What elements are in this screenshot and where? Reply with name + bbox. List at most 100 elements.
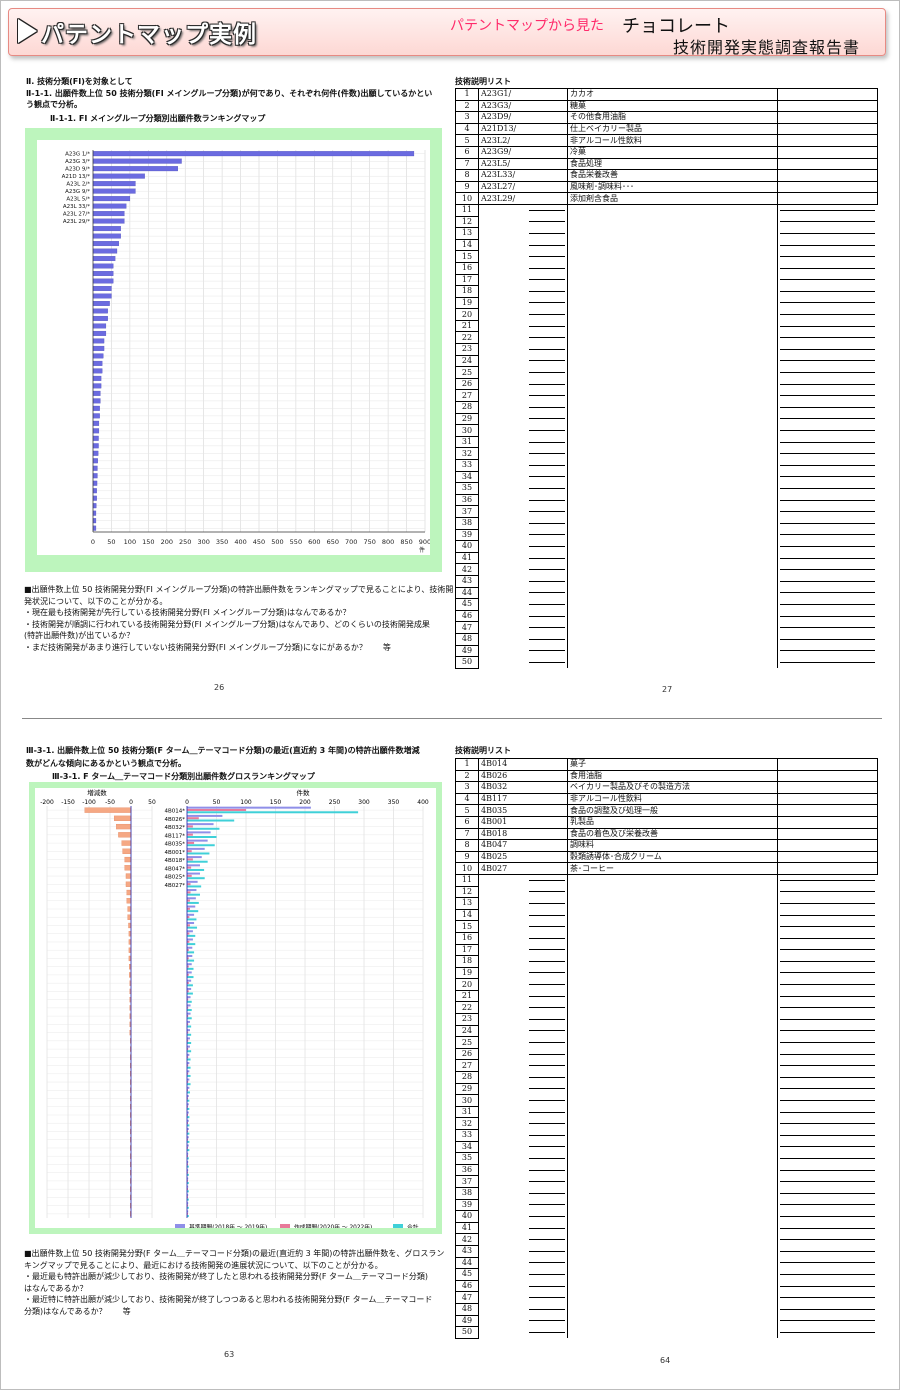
ranking-map-plot: 0 50 100 150 200 250 300 350 400 450 500 550 600 650 7…: [37, 140, 431, 555]
bar: [92, 293, 112, 299]
row-number: 32: [455, 447, 479, 460]
count-bar: [187, 891, 191, 894]
empty-cell: [778, 204, 878, 216]
underline-mark: [529, 511, 565, 513]
x-tick-label: 700: [345, 538, 357, 546]
right-tick-label: 200: [299, 799, 311, 806]
underline-mark: [780, 638, 875, 640]
count-bar: [187, 897, 196, 900]
underline-mark: [780, 1076, 875, 1078]
table-row: 39: [455, 528, 878, 542]
empty-cell: [567, 436, 778, 448]
empty-cell: [567, 656, 778, 669]
underline-mark: [780, 1204, 875, 1206]
empty-cell: [778, 587, 878, 599]
row-number: 24: [455, 354, 479, 368]
y-tick-label: 4B018*: [164, 858, 185, 864]
empty-cell: [478, 1280, 568, 1292]
row-number: 38: [455, 1186, 479, 1200]
empty-cell: [478, 355, 568, 367]
row-number: 32: [455, 1117, 479, 1130]
x-tick-label: 600: [308, 538, 320, 546]
x-tick-label: 150: [142, 538, 154, 546]
row-number: 4: [455, 122, 479, 136]
table-row: 11: [455, 873, 878, 887]
underline-mark: [529, 1134, 565, 1136]
underline-mark: [529, 984, 565, 986]
class-code-cell: 4B001: [478, 815, 568, 829]
empty-cell: [478, 239, 568, 251]
x-tick-label: 400: [234, 538, 246, 546]
tech-description-table-1: 1 A23G1/カカオ 2 A23G3/糖菓 3 A23D9/その他食用油脂 4 A21D13…: [455, 88, 878, 669]
underline-mark: [529, 1250, 565, 1252]
underline-mark: [780, 569, 875, 571]
table-row: 34: [455, 470, 878, 484]
right-tick-label: 250: [329, 799, 341, 806]
change-bar: [127, 906, 132, 912]
underline-mark: [529, 1030, 565, 1032]
count-bar: [187, 924, 190, 927]
empty-cell: [478, 1083, 568, 1095]
empty-cell: [778, 1141, 878, 1153]
underline-mark: [780, 1042, 875, 1044]
empty-cell: [478, 1257, 568, 1269]
empty-cell: [777, 99, 878, 113]
description-cell: 食用油脂: [567, 769, 778, 783]
underline-mark: [780, 1239, 875, 1241]
count-bar: [187, 1029, 190, 1032]
section2-para-line2: 数がどんな傾向にあるかという観点で分析。: [26, 759, 186, 768]
table-row: 20: [455, 308, 878, 321]
empty-cell: [567, 610, 778, 622]
right-axis-label: 件数: [297, 788, 311, 797]
empty-cell: [778, 1292, 878, 1304]
change-bar: [122, 848, 132, 854]
underline-mark: [780, 302, 875, 304]
underline-mark: [529, 279, 565, 281]
count-bar: [187, 992, 193, 995]
bar: [92, 181, 136, 187]
row-number: 9: [455, 180, 479, 194]
empty-cell: [567, 598, 778, 611]
change-bar: [125, 881, 132, 887]
table-row: 21: [455, 319, 878, 333]
table-row: 45: [455, 1268, 878, 1281]
left-tick-label: -50: [105, 799, 115, 806]
change-bar: [116, 823, 132, 830]
page-number-63: 63: [224, 1350, 235, 1359]
empty-cell: [567, 355, 778, 367]
underline-mark: [529, 995, 565, 997]
empty-cell: [478, 1036, 568, 1049]
underline-mark: [780, 221, 875, 223]
underline-mark: [529, 902, 565, 904]
row-number: 1: [455, 758, 479, 771]
bar: [92, 196, 131, 202]
empty-cell: [778, 309, 878, 321]
y-tick-label: 4B117*: [164, 833, 185, 839]
bar: [92, 450, 99, 456]
empty-cell: [478, 944, 568, 956]
row-number: 7: [455, 157, 479, 171]
empty-cell: [778, 239, 878, 251]
empty-cell: [567, 1152, 778, 1165]
underline-mark: [529, 1215, 565, 1217]
underline-mark: [780, 232, 875, 234]
table-row: 31: [455, 435, 878, 449]
empty-cell: [567, 563, 778, 576]
right-tick-label: 150: [270, 799, 282, 806]
underline-mark: [529, 926, 565, 928]
table-row: 40: [455, 540, 878, 553]
empty-cell: [778, 898, 878, 910]
empty-cell: [478, 1222, 568, 1234]
empty-cell: [567, 621, 778, 634]
left-tick-label: 50: [148, 799, 156, 806]
empty-cell: [567, 285, 778, 298]
underline-mark: [529, 406, 565, 408]
class-code-cell: A21D13/: [478, 122, 568, 136]
row-number: 30: [455, 424, 479, 437]
underline-mark: [780, 650, 875, 652]
bar: [92, 323, 107, 329]
empty-cell: [567, 447, 778, 460]
empty-cell: [567, 250, 778, 263]
row-number: 27: [455, 1059, 479, 1073]
gross-ranking-map-plot: 増減数 件数 -200 -150 -100 -50 0 50 0 50 100 150 200 250 30…: [35, 788, 436, 1231]
